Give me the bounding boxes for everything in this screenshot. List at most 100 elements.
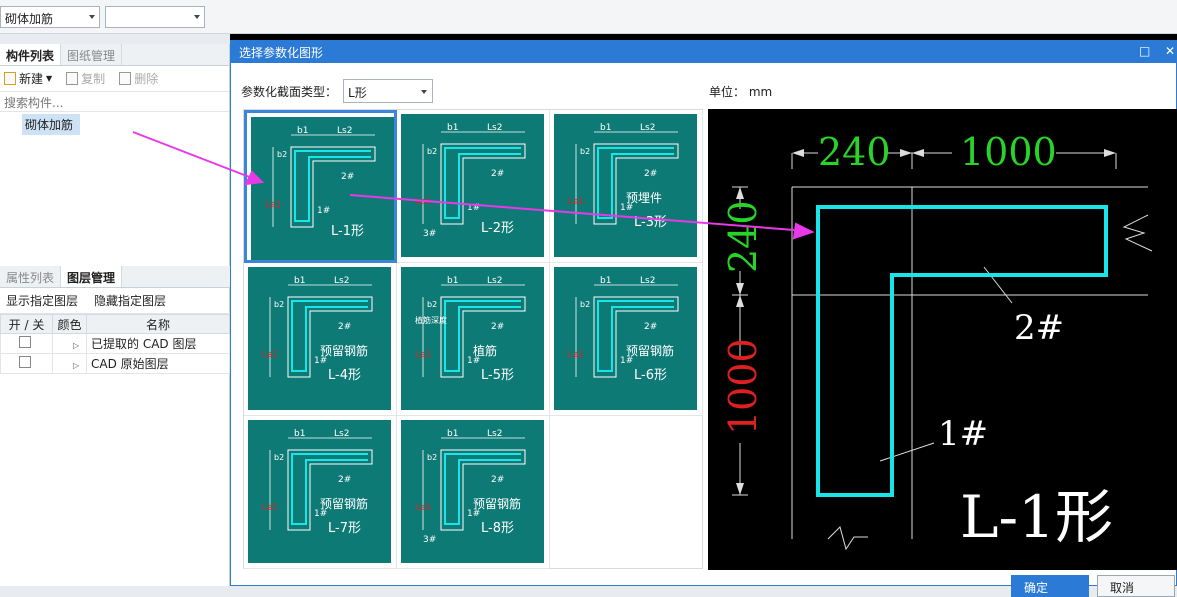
thumb-shape-name: L-4形 bbox=[328, 368, 361, 383]
thumb-shape-name: L-8形 bbox=[481, 521, 514, 536]
preview-dim-240-top: 240 bbox=[818, 130, 891, 174]
preview-dim-1000-top: 1000 bbox=[960, 130, 1057, 174]
close-icon[interactable]: ✕ bbox=[1165, 44, 1175, 58]
tab-component-list[interactable]: 构件列表 bbox=[0, 44, 62, 65]
thumb-label-ls2: Ls2 bbox=[487, 429, 502, 439]
thumb-image: b1 Ls2 b2 La1 2# 1# 3# 预留钢筋 L-8形 bbox=[401, 420, 544, 563]
shape-thumb-1[interactable]: b1 Ls2 b2 La1 2# 1# L-1形 bbox=[244, 110, 397, 263]
thumb-label-r2: 2# bbox=[491, 169, 504, 179]
shape-thumb-6[interactable]: b1 Ls2 b2 La1 2# 1# 预留钢筋 L-6形 bbox=[550, 263, 703, 416]
select-shape-dialog: 选择参数化图形 □ ✕ 参数化截面类型： L形 单位： mm b1 Ls2 b2 La… bbox=[230, 40, 1177, 597]
shape-thumb-3[interactable]: b1 Ls2 b2 La1 2# 1# 预埋件 L-3形 bbox=[550, 110, 703, 263]
thumb-label-ls2: Ls2 bbox=[487, 123, 502, 133]
thumb-label-ls2: Ls2 bbox=[487, 276, 502, 286]
chevron-down-icon bbox=[421, 90, 428, 94]
thumb-drawing: b1 Ls2b2La12#1#预留钢筋L-7形 bbox=[262, 429, 373, 536]
tab-property-list[interactable]: 属性列表 bbox=[0, 266, 62, 287]
thumb-label-b1: b1 bbox=[297, 126, 308, 136]
color-arrow-icon[interactable]: ▷ bbox=[73, 341, 79, 350]
preview-shape-name: L-1形 bbox=[960, 483, 1113, 551]
thumb-drawing: b1 Ls2 b2 La1 2# 1#L-1形 bbox=[265, 126, 376, 239]
component-tabs: 构件列表 图纸管理 bbox=[0, 44, 229, 66]
table-row: ▷ 已提取的 CAD 图层 bbox=[0, 333, 230, 354]
layer-section: 属性列表 图层管理 显示指定图层 隐藏指定图层 开 / 关 颜色 名称 ▷ 已提… bbox=[0, 266, 230, 374]
cancel-button[interactable]: 取消 bbox=[1097, 575, 1175, 597]
new-label: 新建 bbox=[19, 72, 44, 86]
thumb-label-r3: 3# bbox=[423, 229, 436, 239]
component-toolbar: 新建 ▼ 复制 删除 bbox=[0, 66, 229, 92]
property-tabs: 属性列表 图层管理 bbox=[0, 266, 230, 288]
thumb-label-b1: b1 bbox=[600, 123, 611, 133]
thumb-label-la1: La1 bbox=[415, 503, 431, 513]
tree-item-masonry[interactable]: 砌体加筋 bbox=[22, 114, 80, 135]
unit-value: mm bbox=[748, 85, 773, 99]
maximize-icon[interactable]: □ bbox=[1139, 44, 1150, 58]
thumb-label-anchor: 植筋深度 bbox=[415, 315, 447, 325]
thumb-label-ls2: Ls2 bbox=[640, 123, 655, 133]
thumb-label-b1: b1 bbox=[294, 429, 305, 439]
thumb-label-r3: 3# bbox=[423, 535, 436, 545]
dialog-title: 选择参数化图形 bbox=[239, 46, 324, 60]
thumb-shape-name: L-3形 bbox=[634, 215, 667, 230]
col-color: 颜色 bbox=[52, 314, 87, 334]
thumb-image: b1 Ls2 b2 La1 2# 1# 预埋件 L-3形 bbox=[554, 114, 697, 257]
shape-thumb-5[interactable]: b1 Ls2 b2 La1 2# 1# 植筋深度 植筋 L-5形 bbox=[397, 263, 550, 416]
thumb-label-la1: La1 bbox=[265, 200, 281, 210]
thumb-shape-name: L-5形 bbox=[481, 368, 514, 383]
chevron-down-icon bbox=[194, 15, 200, 19]
thumb-drawing: b1 Ls2b2La12#1#3#预留钢筋L-8形 bbox=[415, 429, 526, 545]
thumb-drawing: b1 Ls2b2La12#1#预埋件L-3形 bbox=[568, 123, 679, 230]
delete-label: 删除 bbox=[134, 72, 159, 86]
thumb-label-la1: La1 bbox=[415, 350, 431, 360]
layer-name: 已提取的 CAD 图层 bbox=[86, 333, 230, 354]
thumb-label-r2: 2# bbox=[341, 172, 354, 182]
thumb-label-r2: 2# bbox=[338, 322, 351, 332]
thumb-label-b2: b2 bbox=[427, 453, 437, 462]
thumb-label-r2: 2# bbox=[491, 475, 504, 485]
thumb-extra-label: 预留钢筋 bbox=[626, 343, 674, 358]
new-file-icon bbox=[4, 72, 16, 85]
show-layer-button[interactable]: 显示指定图层 bbox=[6, 292, 78, 309]
shape-thumb-8[interactable]: b1 Ls2 b2 La1 2# 1# 3# 预留钢筋 L-8形 bbox=[397, 416, 550, 569]
thumb-shape-name: L-2形 bbox=[481, 221, 514, 236]
layer-checkbox[interactable] bbox=[19, 356, 31, 368]
color-arrow-icon[interactable]: ▷ bbox=[73, 361, 79, 370]
shape-preview: 240 1000 240 1000 2# 1# L-1形 bbox=[708, 109, 1177, 570]
thumb-label-la1: La1 bbox=[568, 197, 584, 207]
thumb-drawing: b1 Ls2b2La12#1#预留钢筋L-6形 bbox=[568, 276, 679, 383]
tab-drawing-manager[interactable]: 图纸管理 bbox=[61, 44, 123, 65]
chevron-down-icon: ▼ bbox=[46, 74, 53, 83]
thumb-extra-label: 预留钢筋 bbox=[320, 496, 368, 511]
shape-thumb-7[interactable]: b1 Ls2 b2 La1 2# 1# 预留钢筋 L-7形 bbox=[244, 416, 397, 569]
thumb-label-r2: 2# bbox=[644, 169, 657, 179]
shape-thumb-2[interactable]: b1 Ls2 b2 La1 2# 1# 3# L-2形 bbox=[397, 110, 550, 263]
new-button[interactable]: 新建 ▼ bbox=[4, 70, 52, 87]
delete-button[interactable]: 删除 bbox=[119, 70, 158, 87]
shape-thumb-4[interactable]: b1 Ls2 b2 La1 2# 1# 预留钢筋 L-4形 bbox=[244, 263, 397, 416]
thumb-label-b1: b1 bbox=[600, 276, 611, 286]
col-onoff: 开 / 关 bbox=[0, 314, 53, 334]
table-row: ▷ CAD 原始图层 bbox=[0, 353, 230, 374]
thumb-image: b1 Ls2 b2 La1 2# 1# 预留钢筋 L-6形 bbox=[554, 267, 697, 410]
top-toolbar: 砌体加筋 bbox=[0, 0, 1177, 34]
search-input[interactable]: 搜索构件... bbox=[0, 92, 229, 112]
thumb-label-b1: b1 bbox=[447, 276, 458, 286]
thumb-label-b2: b2 bbox=[580, 147, 590, 156]
thumb-label-la1: La1 bbox=[568, 350, 584, 360]
component-type-combo[interactable]: 砌体加筋 bbox=[0, 6, 100, 28]
tab-layer-manager[interactable]: 图层管理 bbox=[61, 266, 123, 287]
thumb-label-r1: 1# bbox=[467, 203, 480, 213]
thumb-label-b2: b2 bbox=[277, 150, 287, 159]
layer-checkbox[interactable] bbox=[19, 336, 31, 348]
dialog-titlebar: 选择参数化图形 □ ✕ bbox=[231, 41, 1176, 63]
section-type-select[interactable]: L形 bbox=[343, 79, 434, 103]
component-name-combo[interactable] bbox=[105, 6, 205, 28]
hide-layer-button[interactable]: 隐藏指定图层 bbox=[94, 292, 166, 309]
thumb-image: b1 Ls2 b2 La1 2# 1# L-1形 bbox=[251, 117, 394, 260]
copy-button[interactable]: 复制 bbox=[66, 70, 105, 87]
thumb-label-r2: 2# bbox=[338, 475, 351, 485]
ok-button[interactable]: 确定 bbox=[1011, 575, 1089, 597]
thumb-label-b2: b2 bbox=[274, 300, 284, 309]
thumb-label-b2: b2 bbox=[580, 300, 590, 309]
thumb-extra-label: 植筋 bbox=[473, 343, 497, 358]
